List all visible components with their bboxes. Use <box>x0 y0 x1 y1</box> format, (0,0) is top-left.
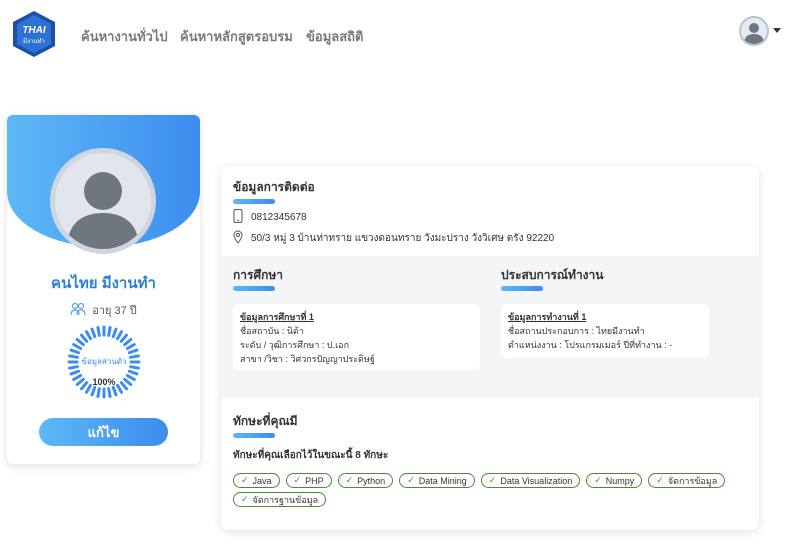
education-section-title: การศึกษา <box>233 268 283 282</box>
progress-tick <box>125 343 136 350</box>
skill-chip-label: Java <box>252 475 272 486</box>
profile-avatar <box>50 148 156 254</box>
skill-chip-label: Numpy <box>605 475 635 486</box>
age-row: อายุ 37 ปี <box>7 301 200 319</box>
nav-link-search-courses[interactable]: ค้นหาหลักสูตรอบรม <box>180 26 293 47</box>
progress-value: 100% <box>92 377 116 387</box>
logo-text-bottom: มีงานทำ <box>23 37 45 45</box>
skill-chip[interactable]: ✓ จัดการฐานข้อมูล <box>233 492 327 507</box>
location-pin-icon <box>233 230 243 247</box>
progress-tick <box>111 327 118 339</box>
phone-icon <box>233 209 243 226</box>
skill-chip-label: PHP <box>305 475 324 486</box>
address-text: 50/3 หมู่ 3 บ้านท่าทราย แขวงดอนทราย วังม… <box>251 233 555 244</box>
check-icon: ✓ <box>407 475 415 485</box>
check-icon: ✓ <box>345 475 354 485</box>
skill-chip-label: Python <box>357 475 386 486</box>
check-icon: ✓ <box>488 475 497 485</box>
progress-tick <box>119 333 128 343</box>
progress-tick <box>107 387 112 398</box>
skill-chip-label: Data Visualization <box>500 475 573 486</box>
address-row: 50/3 หมู่ 3 บ้านท่าทราย แขวงดอนทราย วังม… <box>233 230 554 247</box>
progress-tick <box>75 338 85 347</box>
progress-tick <box>69 348 81 355</box>
skills-list: ✓ Java ✓ PHP ✓ Python ✓ Data Mining ✓ Data Visual… <box>233 473 733 507</box>
people-icon <box>70 302 86 319</box>
user-avatar-button[interactable] <box>739 16 769 46</box>
check-icon: ✓ <box>241 494 249 504</box>
nav-link-search-jobs[interactable]: ค้นหางานทั่วไป <box>81 26 168 47</box>
experience-position: ตำแหน่งงาน : โปรแกรมเมอร์ ปีที่ทำงาน : - <box>508 340 673 350</box>
progress-tick <box>90 385 97 397</box>
progress-tick <box>90 327 97 339</box>
edit-profile-button[interactable]: แก้ไข <box>39 418 168 446</box>
skill-chip[interactable]: ✓ Java <box>233 473 280 488</box>
skill-count-text: ทักษะที่คุณเลือกไว้ในขณะนี้ 8 ทักษะ <box>233 450 389 461</box>
section-underline <box>233 433 275 438</box>
skill-chip-label: จัดการฐานข้อมูล <box>252 494 319 505</box>
skill-chip[interactable]: ✓ จัดการข้อมูล <box>648 473 726 488</box>
profile-age: อายุ 37 ปี <box>92 305 137 317</box>
progress-tick <box>96 326 101 337</box>
skill-chip[interactable]: ✓ PHP <box>285 473 332 488</box>
progress-label: ข้อมูลส่วนตัว <box>81 357 127 366</box>
check-icon: ✓ <box>656 475 664 485</box>
thai-mee-ngan-tham-logo[interactable]: THAI มีงานทำ <box>9 9 59 59</box>
section-underline <box>501 286 543 291</box>
education-level: ระดับ / วุฒิการศึกษา : ป.เอก <box>240 340 350 350</box>
experience-section-title: ประสบการณ์ทำงาน <box>501 268 604 282</box>
progress-tick <box>72 343 83 350</box>
profile-detail-card: ข้อมูลการติดต่อ 0812345678 50/3 หมู่ 3 บ… <box>221 166 759 530</box>
progress-tick <box>123 338 133 347</box>
skills-section-title: ทักษะที่คุณมี <box>233 414 298 428</box>
progress-tick <box>107 326 112 337</box>
skill-chip[interactable]: ✓ Python <box>337 473 394 488</box>
progress-tick <box>85 330 92 341</box>
education-institution: ชื่อสถาบัน : นิด้า <box>240 326 304 336</box>
nav-link-statistics[interactable]: ข้อมูลสถิติ <box>306 26 363 47</box>
education-experience-band: การศึกษา ข้อมูลการศึกษาที่ 1 ชื่อสถาบัน … <box>221 256 759 398</box>
phone-row: 0812345678 <box>233 209 307 226</box>
progress-tick <box>111 385 118 397</box>
progress-tick <box>127 348 139 355</box>
chevron-down-icon[interactable] <box>773 28 781 33</box>
phone-number: 0812345678 <box>251 212 307 223</box>
skill-chip-label: Data Mining <box>418 475 467 486</box>
check-icon: ✓ <box>594 475 602 485</box>
experience-company: ชื่อสถานประกอบการ : ไทยมีงานทำ <box>508 326 645 336</box>
experience-box: ข้อมูลการทำงานที่ 1 ชื่อสถานประกอบการ : … <box>501 304 709 358</box>
profile-card: คนไทย มีงานทำ อายุ 37 ปี ข้อมูลส่วนตัว 1… <box>7 115 200 464</box>
skill-chip[interactable]: ✓ Numpy <box>586 473 643 488</box>
contact-section-title: ข้อมูลการติดต่อ <box>233 180 315 194</box>
top-nav: THAI มีงานทำ ค้นหางานทั่วไป ค้นหาหลักสูต… <box>0 0 800 68</box>
skill-chip[interactable]: ✓ Data Visualization <box>480 473 581 488</box>
section-underline <box>233 286 275 291</box>
check-icon: ✓ <box>293 475 302 485</box>
education-box-title[interactable]: ข้อมูลการศึกษาที่ 1 <box>240 310 473 324</box>
education-major: สาขา /วิชา : วิศวกรปัญญาประดิษฐ์ <box>240 354 375 364</box>
education-box: ข้อมูลการศึกษาที่ 1 ชื่อสถาบัน : นิด้า ร… <box>233 304 480 370</box>
progress-tick <box>69 369 81 376</box>
experience-box-title[interactable]: ข้อมูลการทำงานที่ 1 <box>508 310 702 324</box>
progress-tick <box>116 330 123 341</box>
logo-text-top: THAI <box>22 25 46 36</box>
progress-tick <box>127 369 139 376</box>
profile-name: คนไทย มีงานทำ <box>51 275 156 292</box>
skill-chip[interactable]: ✓ Data Mining <box>399 473 475 488</box>
check-icon: ✓ <box>241 475 249 485</box>
skill-chip-label: จัดการข้อมูล <box>667 475 718 486</box>
progress-tick <box>96 387 101 398</box>
progress-tick <box>80 333 89 343</box>
section-underline <box>233 199 275 204</box>
